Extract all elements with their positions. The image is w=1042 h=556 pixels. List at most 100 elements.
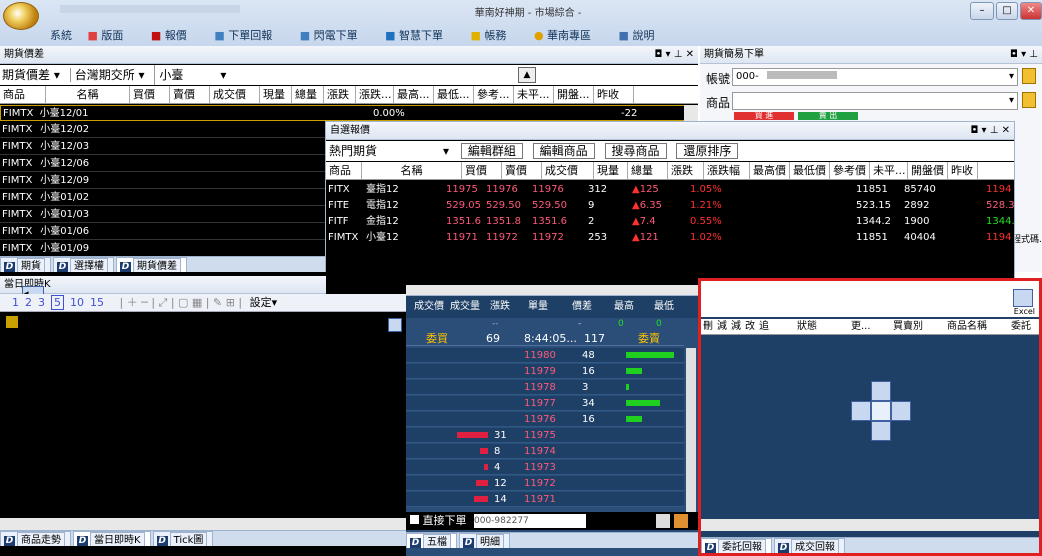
table-row[interactable]: FIMTX 小臺12/01 0.00% -22: [0, 105, 685, 121]
interval-3[interactable]: 3: [38, 296, 45, 309]
product-search-icon[interactable]: [1022, 92, 1036, 108]
depth-account-select[interactable]: 000-982277: [474, 514, 586, 528]
up-arrow-icon: ▲: [632, 216, 640, 227]
account-select[interactable]: 000- ▾: [732, 68, 1018, 86]
tab-options[interactable]: D 選擇權: [53, 257, 114, 272]
interval-1[interactable]: 1: [12, 296, 19, 309]
panel-controls[interactable]: ◘ ▾ ⊥ ✕: [654, 46, 694, 63]
tab-detail[interactable]: D 明細: [459, 533, 510, 548]
table-row[interactable]: FITF 金指12 1351.6 1351.8 1351.6 2 ▲7.4 0.55% 1344…: [326, 214, 1014, 230]
panel-title: 當日即時K: [0, 276, 326, 294]
depth-price: 11975: [524, 430, 556, 441]
list-item[interactable]: 16 11976: [406, 412, 684, 427]
row-code: FIMTX: [2, 243, 33, 254]
interval-5[interactable]: 5: [51, 295, 64, 310]
tab-intraday-k[interactable]: D 當日即時K: [73, 531, 151, 546]
depth-subheader: -- - 0 0: [492, 319, 662, 329]
panel-controls[interactable]: ◘ ▾ ⊥: [1010, 46, 1038, 63]
menu-smart-order[interactable]: ■ 智慧下單: [385, 27, 455, 43]
row-name: 小臺12/09: [40, 175, 90, 186]
table-row[interactable]: FIMTX 小臺12 11971 11972 11972 253 ▲121 1.02% 1185…: [326, 230, 1014, 246]
account-lock-icon[interactable]: [1022, 68, 1036, 84]
cell-ask: 1351.8: [486, 216, 521, 227]
interval-10[interactable]: 10: [70, 296, 84, 309]
report-hscroll[interactable]: [701, 519, 1039, 531]
table-row[interactable]: FIMTX 小臺12/02: [0, 122, 326, 138]
list-item[interactable]: 34 11977: [406, 396, 684, 411]
restore-order-button[interactable]: 還原排序: [676, 143, 739, 159]
watchlist-panel: 自選報價 ◘ ▾ ⊥ ✕ 熱門期貨 ▾ 編輯群組 編輯商品 搜尋商品 還原排序 商…: [325, 121, 1015, 296]
direct-order-checkbox[interactable]: [410, 515, 419, 524]
exchange-select[interactable]: 台灣期交所 ▾: [69, 68, 145, 82]
tab-tick-chart[interactable]: D Tick圖: [152, 531, 214, 546]
dock-guide-icon[interactable]: [851, 381, 911, 441]
maximize-button[interactable]: □: [996, 2, 1018, 20]
menu-help[interactable]: ■ 說明: [619, 27, 667, 43]
tab-order-report[interactable]: D 委託回報: [701, 538, 772, 553]
table-row[interactable]: FIMTX 小臺01/09: [0, 241, 326, 257]
cell-prev: 1194: [986, 184, 1012, 195]
depth-scrollbar[interactable]: [686, 348, 696, 512]
quick-toolbar: [60, 5, 240, 13]
panel-controls[interactable]: ◘ ▾ ⊥ ✕: [970, 122, 1010, 139]
menu-layout[interactable]: ■ 版面: [88, 27, 136, 43]
list-item[interactable]: 3 11978: [406, 380, 684, 395]
list-item[interactable]: 8 11974: [406, 444, 684, 459]
search-product-button[interactable]: 搜尋商品: [604, 143, 667, 159]
buy-button[interactable]: 買 進: [734, 112, 794, 120]
menu-quote[interactable]: ■ 報價: [151, 27, 199, 43]
menu-account[interactable]: ■ 帳務: [471, 27, 519, 43]
menu-system[interactable]: 系統: [50, 27, 72, 43]
table-row[interactable]: FIMTX 小臺12/06: [0, 156, 326, 172]
product-input[interactable]: ▾: [732, 92, 1018, 110]
tab-price-trend[interactable]: D 商品走勢: [0, 531, 71, 546]
type-select[interactable]: 期貨價差 ▾: [2, 68, 60, 82]
table-row[interactable]: FIMTX 小臺01/02: [0, 190, 326, 206]
interval-buttons[interactable]: 1 2 3 5 10 15: [12, 295, 110, 310]
product-select[interactable]: 小臺 ▾: [154, 65, 226, 85]
table-row[interactable]: FITX 臺指12 11975 11976 11976 312 ▲125 1.05% 11851…: [326, 182, 1014, 198]
edit-product-button[interactable]: 編輯商品: [532, 143, 595, 159]
menu-order-report[interactable]: ■ 下單回報: [214, 27, 284, 43]
collapse-arrow-icon[interactable]: ▲: [518, 67, 536, 83]
cell-pct: 1.05%: [690, 184, 722, 195]
list-item[interactable]: 16 11979: [406, 364, 684, 379]
tab-fill-report[interactable]: D 成交回報: [774, 538, 845, 553]
intraday-tabs: D 商品走勢 D 當日即時K D Tick圖: [0, 530, 406, 546]
tab-futures[interactable]: D 期貨: [0, 257, 51, 272]
depth-icon-2[interactable]: [674, 514, 688, 528]
interval-2[interactable]: 2: [25, 296, 32, 309]
table-row[interactable]: FIMTX 小臺12/03: [0, 139, 326, 155]
minimize-button[interactable]: –: [970, 2, 994, 20]
export-icon[interactable]: [1013, 289, 1033, 307]
table-row[interactable]: FITE 電指12 529.05 529.50 529.50 9 ▲6.35 1.21% 523…: [326, 198, 1014, 214]
edit-group-button[interactable]: 編輯群組: [460, 143, 523, 159]
group-select[interactable]: 熱門期貨 ▾: [329, 141, 449, 161]
list-item[interactable]: 14 11971: [406, 492, 684, 507]
menu-flash-order[interactable]: ■ 閃電下單: [300, 27, 370, 43]
sell-button[interactable]: 賣 出: [798, 112, 858, 120]
chart-close-icon[interactable]: [388, 318, 402, 332]
depth-icon-1[interactable]: [656, 514, 670, 528]
table-row[interactable]: FIMTX 小臺12/09: [0, 173, 326, 189]
tab-spread[interactable]: D 期貨價差: [116, 257, 187, 272]
list-item[interactable]: 48 11980: [406, 348, 684, 363]
chart-menu-icon[interactable]: [6, 316, 18, 328]
cell-pct: 1.02%: [690, 232, 722, 243]
interval-15[interactable]: 15: [90, 296, 104, 309]
depth-header: 成交價 成交量 漲跌 單量 價差 最高 最低: [406, 296, 698, 318]
menu-hnb-zone[interactable]: ● 華南專區: [534, 27, 603, 43]
cell-bid: 11971: [446, 232, 478, 243]
close-button[interactable]: ✕: [1020, 2, 1042, 20]
cell-chg: ▲6.35: [632, 200, 662, 211]
list-item[interactable]: 4 11973: [406, 460, 684, 475]
settings-button[interactable]: 設定▾: [250, 296, 278, 309]
chart-hscroll[interactable]: [0, 518, 406, 530]
table-row[interactable]: FIMTX 小臺01/03: [0, 207, 326, 223]
table-row[interactable]: FIMTX 小臺01/06: [0, 224, 326, 240]
list-item[interactable]: 12 11972: [406, 476, 684, 491]
list-item[interactable]: 31 11975: [406, 428, 684, 443]
depth-rows: 48 11980 16 11979 3 11978 34 11977 16 11976 31 1197…: [406, 348, 684, 508]
cell-name: 小臺12: [366, 232, 399, 243]
tab-five-level[interactable]: D 五檔: [406, 533, 457, 548]
